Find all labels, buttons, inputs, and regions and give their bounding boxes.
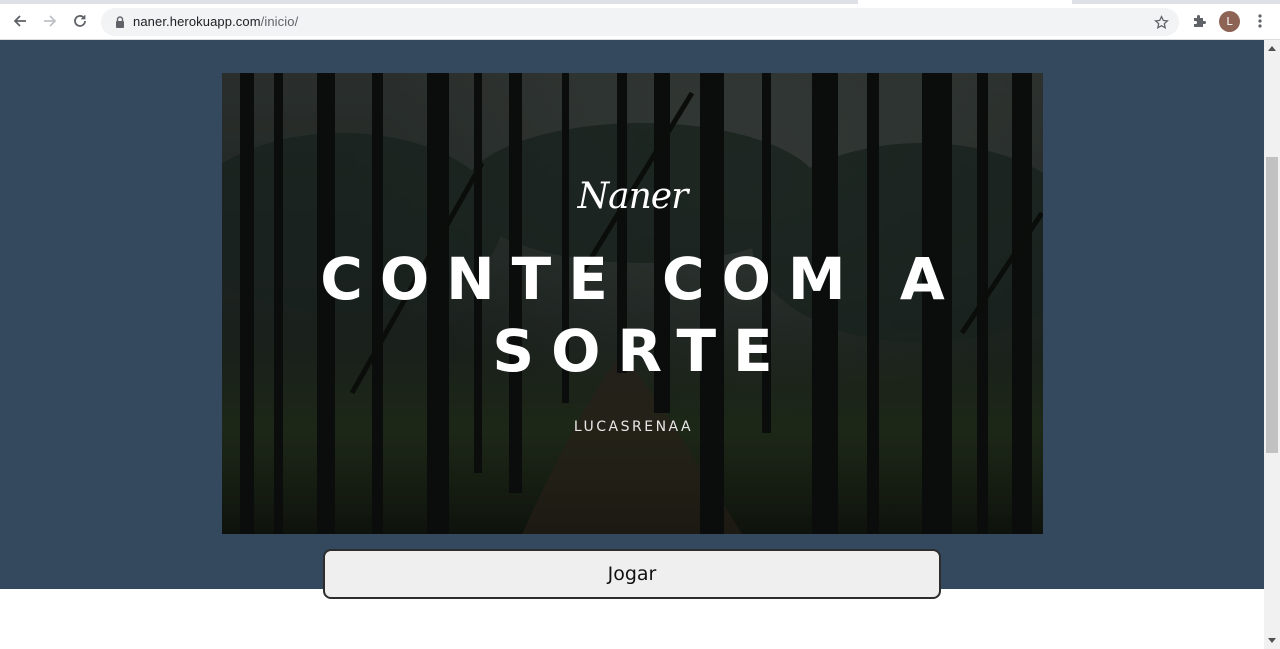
hero-banner: Naner CONTE COM A SORTE LUCASRENAA — [222, 73, 1043, 534]
extensions-button[interactable] — [1188, 9, 1212, 33]
play-button[interactable]: Jogar — [323, 549, 941, 599]
arrow-right-icon — [44, 15, 57, 27]
caret-down-icon — [1268, 638, 1276, 643]
back-button[interactable] — [8, 9, 32, 33]
lock-icon — [116, 16, 124, 28]
profile-avatar[interactable]: L — [1219, 11, 1240, 32]
hero-title-line-2: SORTE — [492, 317, 790, 385]
star-icon — [1153, 14, 1169, 29]
brand-logo-text: Naner — [577, 176, 689, 217]
reload-icon — [74, 15, 86, 27]
puzzle-icon — [1194, 15, 1206, 27]
tab-strip — [0, 0, 858, 4]
caret-up-icon — [1268, 46, 1276, 51]
vertical-scrollbar[interactable] — [1264, 40, 1280, 649]
url-host: naner.herokuapp.com — [133, 14, 261, 29]
forward-button[interactable] — [38, 9, 62, 33]
scroll-up-button[interactable] — [1264, 40, 1280, 56]
address-bar[interactable]: naner.herokuapp.com/inicio/ — [101, 8, 1179, 36]
hero-title: CONTE COM A SORTE — [222, 243, 1043, 387]
menu-button[interactable] — [1248, 9, 1272, 33]
bookmark-button[interactable] — [1151, 12, 1171, 32]
scroll-down-button[interactable] — [1264, 633, 1280, 649]
hero-title-line-1: CONTE COM A — [320, 245, 962, 313]
hero-author: LUCASRENAA — [573, 419, 694, 435]
browser-toolbar: naner.herokuapp.com/inicio/ L — [0, 0, 1280, 40]
url-path: /inicio/ — [260, 14, 299, 29]
url-text: naner.herokuapp.com/inicio/ — [133, 14, 298, 29]
arrow-left-icon — [13, 15, 26, 27]
tab-strip — [1072, 0, 1280, 4]
scroll-thumb[interactable] — [1266, 157, 1278, 453]
reload-button[interactable] — [68, 9, 92, 33]
kebab-menu-icon — [1258, 14, 1262, 28]
